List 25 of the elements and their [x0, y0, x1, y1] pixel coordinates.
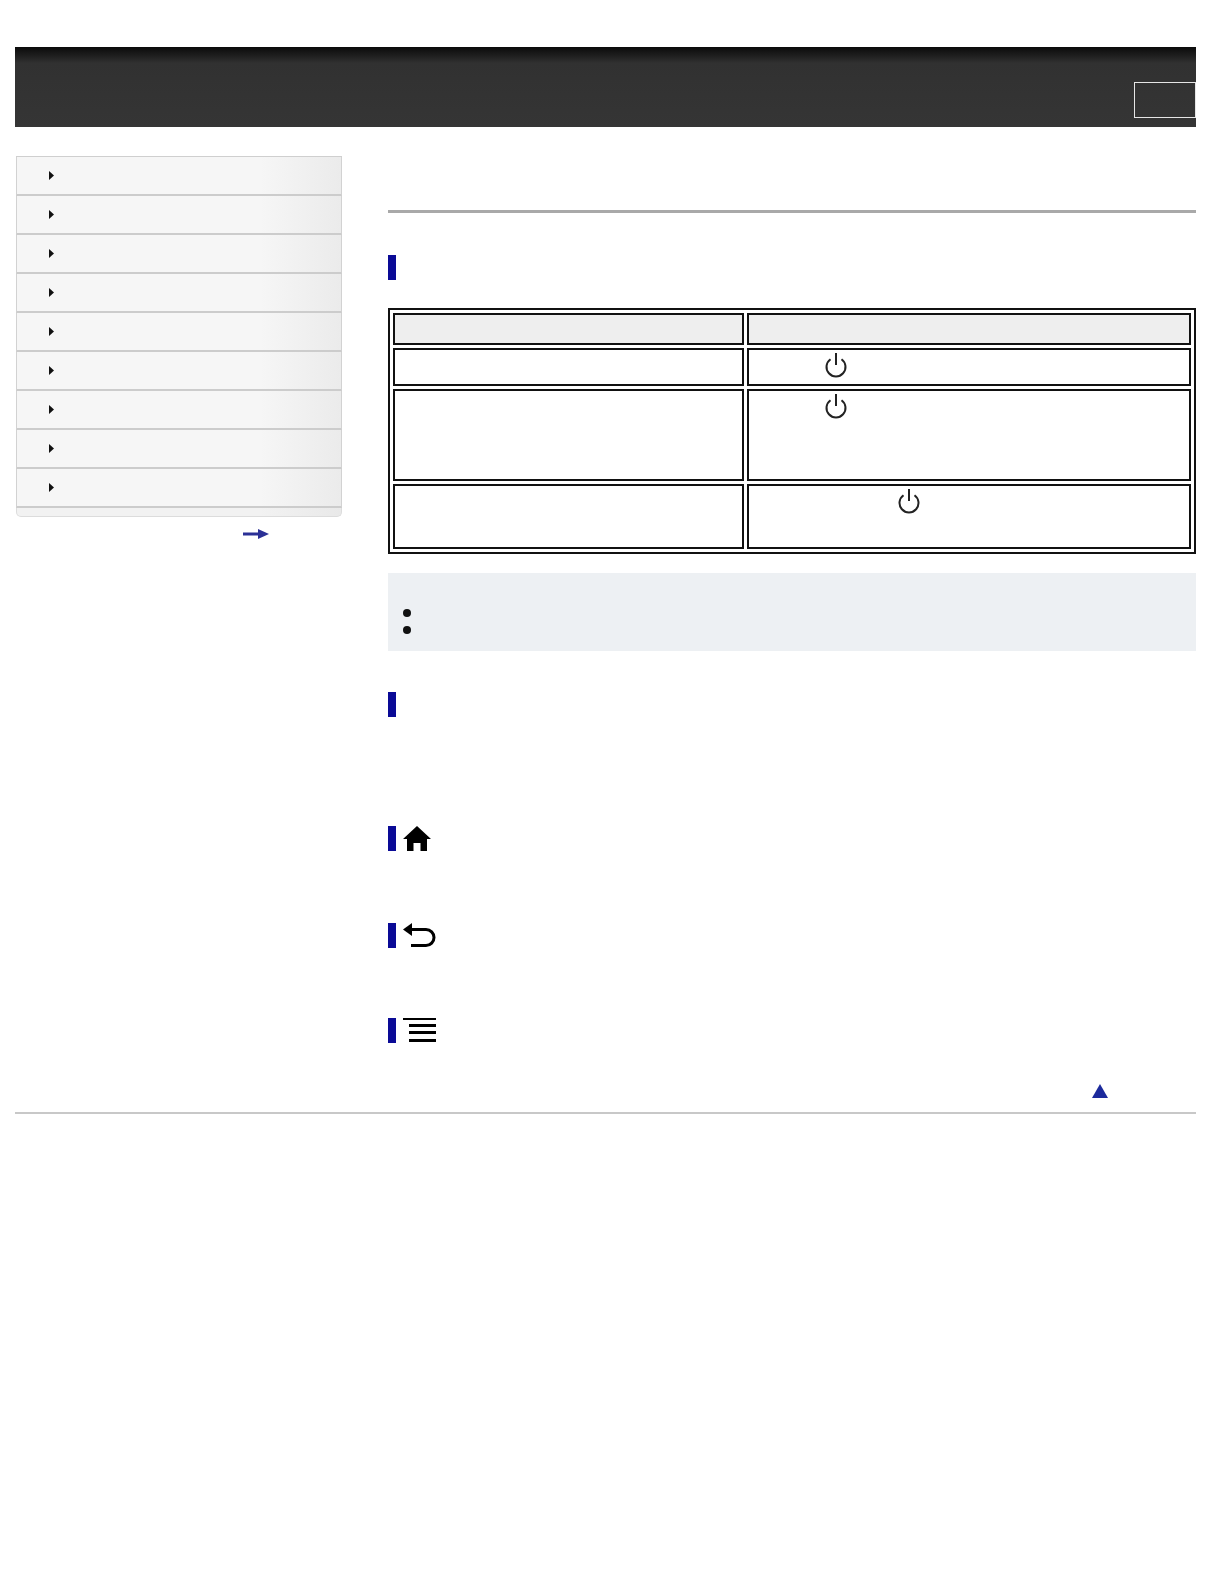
- sidebar-item[interactable]: [16, 313, 342, 352]
- section-marker-icon: [388, 1018, 396, 1043]
- triangle-up-icon[interactable]: [1092, 1084, 1108, 1098]
- power-icon: [897, 488, 921, 514]
- arrow-right-icon[interactable]: [243, 529, 269, 539]
- menu-icon: [403, 1018, 436, 1043]
- sidebar-item[interactable]: [16, 235, 342, 274]
- bullet-icon: [403, 626, 411, 634]
- sidebar-item[interactable]: [16, 391, 342, 430]
- header-button[interactable]: [1134, 82, 1196, 118]
- power-icon: [824, 393, 848, 419]
- section-marker-icon: [388, 826, 396, 851]
- sidebar-item[interactable]: [16, 469, 342, 508]
- section-marker-icon: [388, 692, 396, 717]
- section-marker-icon: [388, 923, 396, 948]
- sidebar-item[interactable]: [16, 274, 342, 313]
- home-icon: [403, 826, 431, 851]
- sidebar-item[interactable]: [16, 157, 342, 196]
- back-arrow-icon: [403, 923, 436, 948]
- power-icon: [824, 352, 848, 378]
- section-marker-icon: [388, 255, 396, 280]
- sidebar-item[interactable]: [16, 196, 342, 235]
- sidebar-item[interactable]: [16, 352, 342, 391]
- bullet-icon: [403, 609, 411, 617]
- sidebar-item[interactable]: [16, 430, 342, 469]
